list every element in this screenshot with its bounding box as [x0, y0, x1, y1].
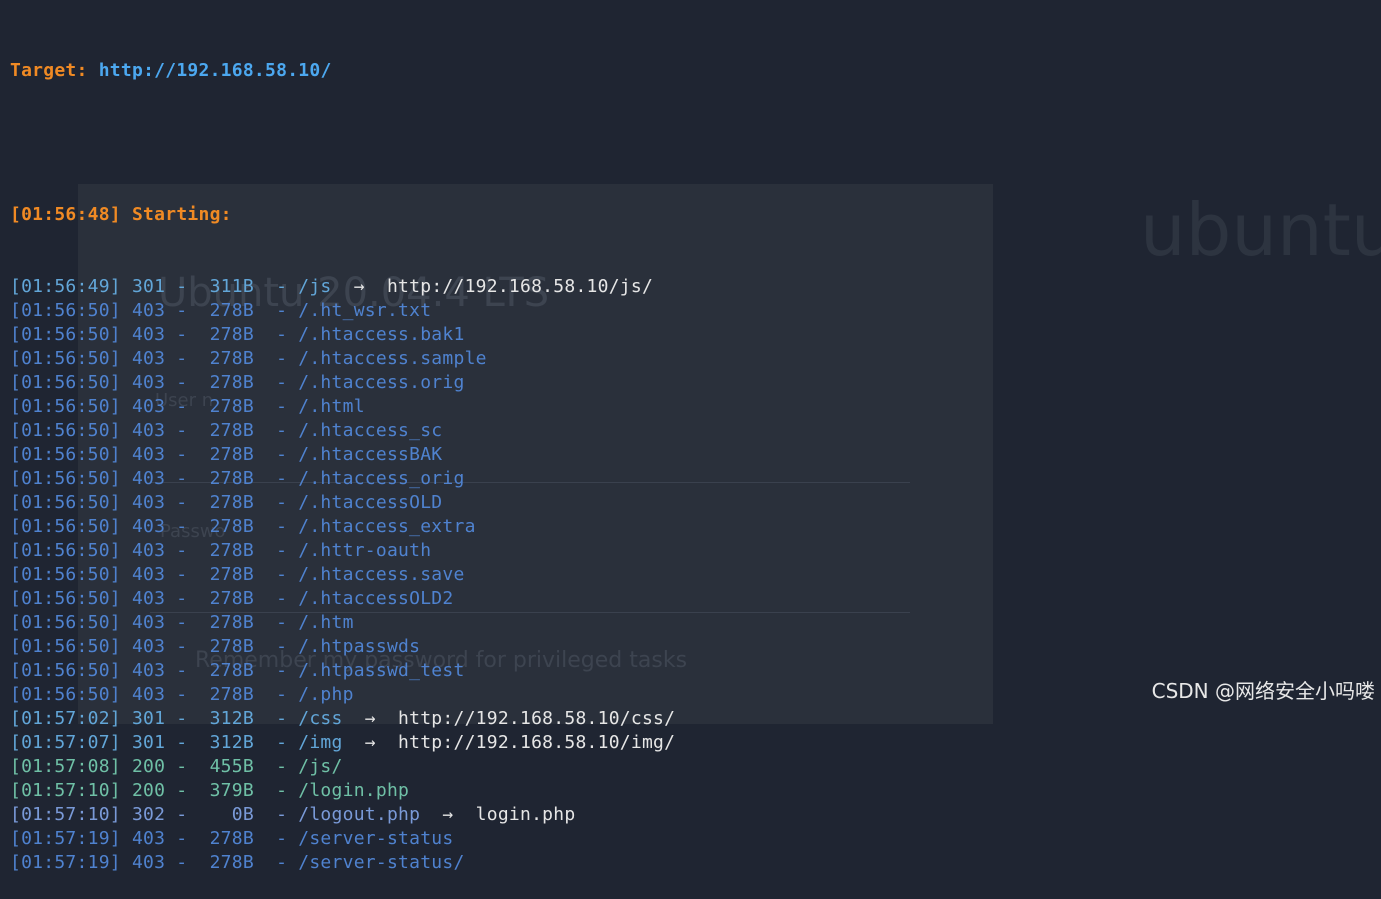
result-text: [01:56:50] 403 - 278B - /.htaccess_sc [10, 420, 443, 441]
target-url: http://192.168.58.10/ [98, 60, 332, 81]
result-line: [01:56:49] 301 - 311B - /js → http://192… [10, 275, 675, 299]
result-line: [01:57:19] 403 - 278B - /server-status/ [10, 851, 675, 875]
result-text: [01:56:50] 403 - 278B - /.htaccess.sampl… [10, 348, 487, 369]
result-text: [01:56:50] 403 - 278B - /.httr-oauth [10, 540, 432, 561]
result-line: [01:56:50] 403 - 278B - /.ht_wsr.txt [10, 299, 675, 323]
results-list: [01:56:49] 301 - 311B - /js → http://192… [10, 275, 675, 875]
result-line: [01:56:50] 403 - 278B - /.httr-oauth [10, 539, 675, 563]
result-text: [01:56:50] 403 - 278B - /.htm [10, 612, 354, 633]
result-text: [01:56:50] 403 - 278B - /.php [10, 684, 354, 705]
result-line: [01:56:50] 403 - 278B - /.php [10, 683, 675, 707]
result-line: [01:56:50] 403 - 278B - /.htaccess_orig [10, 467, 675, 491]
result-line: [01:56:50] 403 - 278B - /.htaccess.save [10, 563, 675, 587]
result-text: [01:57:19] 403 - 278B - /server-status/ [10, 852, 465, 873]
result-line: [01:56:50] 403 - 278B - /.htaccessBAK [10, 443, 675, 467]
result-line: [01:56:50] 403 - 278B - /.htaccessOLD [10, 491, 675, 515]
result-text: [01:57:08] 200 - 455B - /js/ [10, 756, 343, 777]
redirect-arrow-icon: → [342, 708, 399, 729]
result-line: [01:56:50] 403 - 278B - /.html [10, 395, 675, 419]
result-line: [01:57:19] 403 - 278B - /server-status [10, 827, 675, 851]
result-text: [01:57:10] 302 - 0B - /logout.php [10, 804, 421, 825]
result-text: [01:56:50] 403 - 278B - /.htpasswd_test [10, 660, 465, 681]
redirect-target: http://192.168.58.10/css/ [398, 708, 676, 729]
result-text: [01:56:50] 403 - 278B - /.htaccessOLD2 [10, 588, 454, 609]
target-label: Target [10, 60, 77, 81]
result-text: [01:56:50] 403 - 278B - /.ht_wsr.txt [10, 300, 432, 321]
redirect-arrow-icon: → [342, 732, 399, 753]
result-text: [01:56:50] 403 - 278B - /.htaccess_extra [10, 516, 476, 537]
result-line: [01:57:02] 301 - 312B - /css → http://19… [10, 707, 675, 731]
start-time: [01:56:48] [10, 204, 121, 225]
result-text: [01:56:50] 403 - 278B - /.htaccess.bak1 [10, 324, 465, 345]
result-line: [01:56:50] 403 - 278B - /.htpasswd_test [10, 659, 675, 683]
result-line: [01:56:50] 403 - 278B - /.htaccess_extra [10, 515, 675, 539]
result-line: [01:56:50] 403 - 278B - /.htm [10, 611, 675, 635]
terminal-output[interactable]: Target: http://192.168.58.10/ [01:56:48]… [10, 11, 675, 899]
csdn-watermark: CSDN @网络安全小吗喽 [1151, 679, 1375, 703]
result-line: [01:56:50] 403 - 278B - /.htaccess_sc [10, 419, 675, 443]
result-line: [01:56:50] 403 - 278B - /.htpasswds [10, 635, 675, 659]
result-text: [01:57:02] 301 - 312B - /css [10, 708, 343, 729]
result-line: [01:56:50] 403 - 278B - /.htaccess.bak1 [10, 323, 675, 347]
result-text: [01:57:10] 200 - 379B - /login.php [10, 780, 410, 801]
redirect-target: login.php [475, 804, 576, 825]
result-line: [01:57:07] 301 - 312B - /img → http://19… [10, 731, 675, 755]
result-text: [01:56:50] 403 - 278B - /.html [10, 396, 365, 417]
result-line: [01:57:10] 302 - 0B - /logout.php → logi… [10, 803, 675, 827]
result-text: [01:57:19] 403 - 278B - /server-status [10, 828, 454, 849]
result-text: [01:56:50] 403 - 278B - /.htaccess_orig [10, 468, 465, 489]
result-line: [01:57:08] 200 - 455B - /js/ [10, 755, 675, 779]
result-text: [01:57:07] 301 - 312B - /img [10, 732, 343, 753]
result-text: [01:56:50] 403 - 278B - /.htaccessBAK [10, 444, 443, 465]
redirect-target: http://192.168.58.10/img/ [398, 732, 676, 753]
background-ubuntu-logo: ubuntu [1140, 188, 1381, 272]
result-text: [01:56:50] 403 - 278B - /.htaccessOLD [10, 492, 443, 513]
result-text: [01:56:49] 301 - 311B - /js [10, 276, 332, 297]
start-label: Starting: [131, 204, 232, 225]
target-line: Target: http://192.168.58.10/ [10, 60, 332, 81]
start-line: [01:56:48] Starting: [10, 203, 675, 227]
result-text: [01:56:50] 403 - 278B - /.htaccess.orig [10, 372, 465, 393]
redirect-arrow-icon: → [331, 276, 387, 297]
redirect-target: http://192.168.58.10/js/ [386, 276, 654, 297]
result-line: [01:56:50] 403 - 278B - /.htaccess.sampl… [10, 347, 675, 371]
result-text: [01:56:50] 403 - 278B - /.htaccess.save [10, 564, 465, 585]
result-line: [01:56:50] 403 - 278B - /.htaccess.orig [10, 371, 675, 395]
result-line: [01:57:10] 200 - 379B - /login.php [10, 779, 675, 803]
result-text: [01:56:50] 403 - 278B - /.htpasswds [10, 636, 421, 657]
result-line: [01:56:50] 403 - 278B - /.htaccessOLD2 [10, 587, 675, 611]
redirect-arrow-icon: → [420, 804, 476, 825]
